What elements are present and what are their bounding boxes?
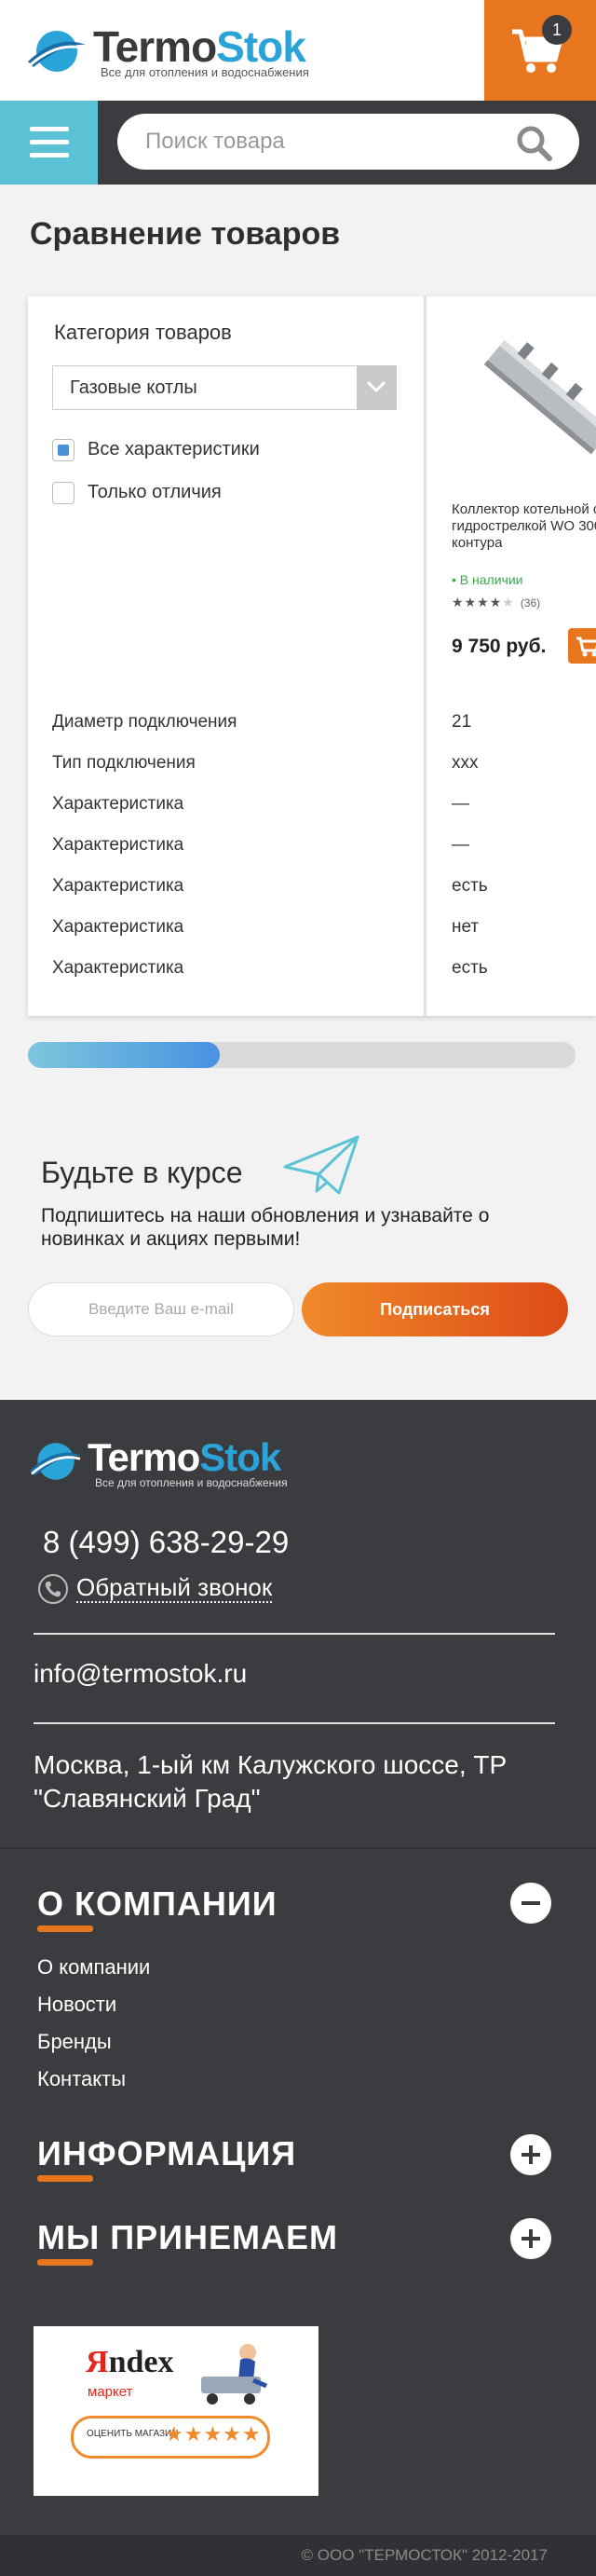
newsletter-email-input[interactable] — [28, 1282, 294, 1336]
checkbox-differences-label: Только отличия — [88, 482, 222, 502]
compare-table: Категория товаров Газовые котлы Все хара… — [28, 296, 596, 1016]
logo-text: TermoStok — [93, 22, 306, 71]
paper-plane-icon — [283, 1135, 359, 1195]
spec-name: Характеристика — [52, 835, 184, 855]
title-underline — [37, 2259, 93, 2266]
newsletter-text: Подпишитесь на наши обновления и узнавай… — [41, 1205, 490, 1250]
logo-globe-icon — [28, 31, 86, 72]
column-divider — [424, 296, 427, 1016]
rate-shop-bubble[interactable]: ОЦЕНИТЬ МАГАЗИН ★★★★★ — [71, 2416, 270, 2459]
select-arrow[interactable] — [357, 366, 396, 409]
footer-address: Москва, 1-ый км Калужского шоссе, ТР "Сл… — [34, 1750, 508, 1813]
newsletter-title: Будьте в курсе — [41, 1156, 243, 1189]
spec-value: есть — [452, 958, 488, 978]
callback-link[interactable]: Обратный звонок — [76, 1573, 273, 1603]
hamburger-icon — [30, 127, 69, 158]
product-price: 9 750 руб. — [452, 636, 547, 657]
divider — [34, 1633, 555, 1635]
product-image[interactable] — [473, 317, 596, 457]
footer-logo[interactable]: TermoStok Все для отопления и водоснабже… — [28, 1435, 307, 1491]
page-title: Сравнение товаров — [30, 216, 341, 252]
cart-button[interactable] — [484, 0, 596, 101]
star-icon: ★ — [464, 595, 478, 610]
search-box — [117, 114, 579, 170]
search-input[interactable] — [145, 114, 518, 170]
reviews-count[interactable]: (36) — [521, 596, 540, 610]
footer-link[interactable]: Новости — [37, 1993, 116, 2017]
spec-name: Характеристика — [52, 958, 184, 978]
logo-tagline: Все для отопления и водоснабжения — [95, 1476, 288, 1489]
cart-icon — [576, 637, 596, 657]
star-icon: ★ — [452, 595, 465, 610]
copyright-text: © ООО "ТЕРМОСТОК" 2012-2017 — [301, 2546, 548, 2564]
logo-tagline: Все для отопления и водоснабжения — [101, 65, 309, 79]
spec-value: 21 — [452, 712, 472, 732]
logo-globe-icon — [30, 1443, 82, 1480]
spec-name: Характеристика — [52, 876, 184, 896]
footer-phone[interactable]: 8 (499) 638-29-29 — [43, 1525, 289, 1560]
product-rating: ★★★★★ (36) — [452, 595, 540, 610]
checkbox-all-label: Все характеристики — [88, 439, 260, 459]
expand-payment-button[interactable] — [510, 2218, 551, 2259]
scrollbar-thumb[interactable] — [28, 1042, 220, 1068]
footer-link[interactable]: О компании — [37, 1955, 150, 1980]
footer-section-about-title[interactable]: О КОМПАНИИ — [37, 1884, 278, 1924]
plus-icon — [522, 2229, 540, 2248]
site-logo[interactable]: TermoStok Все для отопления и водоснабже… — [26, 21, 324, 86]
star-icon: ★ — [477, 595, 490, 610]
spec-name: Характеристика — [52, 794, 184, 814]
footer-email[interactable]: info@termostok.ru — [34, 1659, 247, 1689]
spec-value: есть — [452, 876, 488, 896]
phone-icon — [38, 1574, 68, 1604]
expand-info-button[interactable] — [510, 2134, 551, 2175]
star-empty-icon: ★ — [502, 595, 515, 610]
market-label: маркет — [88, 2384, 133, 2400]
footer-section-payment-title[interactable]: МЫ ПРИНЕМАЕМ — [37, 2218, 338, 2257]
footer-link[interactable]: Бренды — [37, 2030, 112, 2054]
footer-link[interactable]: Контакты — [37, 2067, 126, 2091]
yandex-market-badge[interactable]: Яndex маркет ОЦЕНИТЬ МАГАЗИН ★★★★★ — [34, 2326, 318, 2496]
checkbox-differences[interactable] — [52, 482, 74, 504]
collapse-about-button[interactable] — [510, 1883, 551, 1924]
category-label: Категория товаров — [54, 321, 232, 344]
yandex-logo: Яndex — [86, 2345, 174, 2379]
product-name[interactable]: Коллектор котельной с гидрострелкой WO 3… — [452, 501, 596, 552]
spec-name: Тип подключения — [52, 753, 196, 773]
menu-button[interactable] — [0, 101, 98, 185]
checkbox-all[interactable] — [52, 439, 74, 461]
subscribe-button[interactable]: Подписаться — [302, 1282, 568, 1336]
plus-icon — [522, 2145, 540, 2164]
title-underline — [37, 2175, 93, 2182]
courier-cart-icon — [201, 2344, 267, 2405]
star-icon: ★ — [489, 595, 503, 610]
category-select-value: Газовые котлы — [70, 377, 197, 398]
title-underline — [37, 1925, 93, 1932]
logo-text: TermoStok — [88, 1435, 281, 1479]
category-select[interactable]: Газовые котлы — [52, 365, 397, 410]
spec-value: нет — [452, 917, 480, 937]
add-to-cart-button[interactable] — [568, 628, 596, 664]
spec-value: ххх — [452, 753, 479, 773]
minus-icon — [522, 1901, 540, 1905]
chevron-down-icon — [366, 380, 386, 393]
stock-status: • В наличии — [452, 572, 523, 587]
copyright-bar: © ООО "ТЕРМОСТОК" 2012-2017 — [0, 2535, 596, 2576]
spec-value: — — [452, 835, 469, 855]
section-separator — [0, 1847, 596, 1849]
divider — [34, 1722, 555, 1724]
search-icon[interactable] — [516, 125, 553, 162]
rating-stars-icon: ★★★★★ — [165, 2422, 262, 2446]
spec-value: — — [452, 794, 469, 814]
cart-count-badge: 1 — [542, 15, 572, 45]
footer-section-info-title[interactable]: ИНФОРМАЦИЯ — [37, 2134, 296, 2173]
spec-name: Характеристика — [52, 917, 184, 937]
spec-name: Диаметр подключения — [52, 712, 237, 732]
